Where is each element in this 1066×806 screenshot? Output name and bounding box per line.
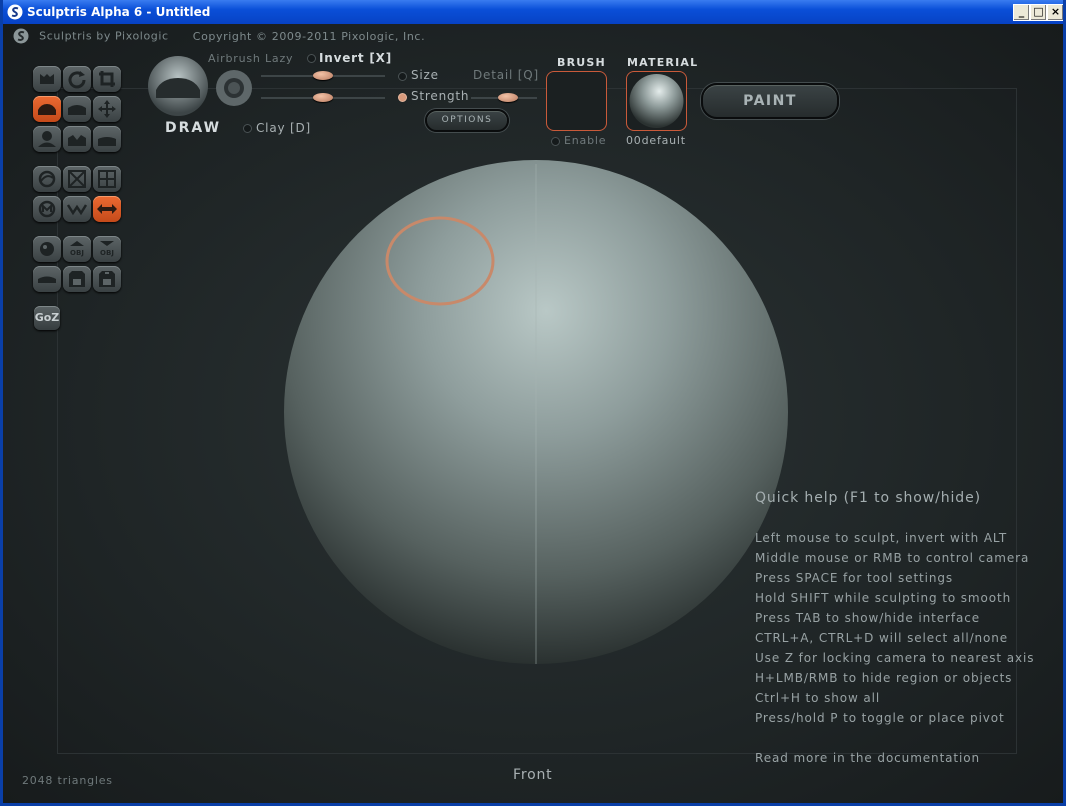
quick-help-line: Press/hold P to toggle or place pivot — [755, 711, 1005, 725]
strength-slider-handle[interactable] — [313, 93, 333, 102]
mask-tool-button[interactable] — [33, 196, 61, 222]
reduce-icon — [66, 204, 88, 216]
draw-tool-button[interactable] — [33, 96, 61, 122]
reduce-tool-button[interactable] — [63, 196, 91, 222]
invert-label: Invert [X] — [319, 51, 393, 65]
size-indicator — [398, 72, 407, 81]
symmetry-icon — [38, 170, 56, 188]
new-sphere-button[interactable] — [33, 236, 61, 262]
save-icon — [69, 271, 85, 287]
sphere-icon — [40, 242, 54, 256]
quick-help-line: Press SPACE for tool settings — [755, 571, 954, 585]
invert-checkbox[interactable] — [307, 54, 316, 63]
options-button[interactable]: OPTIONS — [425, 109, 509, 132]
rotate-tool-button[interactable] — [63, 66, 91, 92]
obj-import-icon: OBJ — [70, 241, 84, 257]
save-button[interactable] — [63, 266, 91, 292]
crease-tool-button[interactable] — [33, 66, 61, 92]
symmetry-toggle-button[interactable] — [33, 166, 61, 192]
quick-help-line: Left mouse to sculpt, invert with ALT — [755, 531, 1008, 545]
svg-text:OBJ: OBJ — [70, 249, 84, 257]
strength-indicator — [398, 93, 407, 102]
flatten-icon — [68, 105, 86, 115]
smooth-tool-button[interactable] — [93, 126, 121, 152]
app-window: Sculptris Alpha 6 - Untitled _ □ × Sculp… — [0, 0, 1066, 806]
crop-icon — [99, 71, 115, 87]
detail-label: Detail [Q] — [473, 68, 539, 82]
window-title: Sculptris Alpha 6 - Untitled — [27, 5, 211, 19]
quick-help-panel: Quick help (F1 to show/hide) Left mouse … — [755, 490, 1034, 768]
airbrush-label: Airbrush — [208, 52, 261, 65]
clay-label: Clay [D] — [256, 121, 311, 135]
move-tool-button[interactable] — [93, 96, 121, 122]
save-as-button[interactable] — [93, 266, 121, 292]
minimize-button[interactable]: _ — [1013, 4, 1030, 21]
svg-text:OBJ: OBJ — [100, 249, 114, 257]
title-bar: Sculptris Alpha 6 - Untitled _ □ × — [3, 0, 1063, 24]
quick-help-title: Quick help (F1 to show/hide) — [755, 490, 981, 506]
size-label: Size — [411, 68, 439, 82]
inflate-tool-button[interactable] — [33, 126, 61, 152]
clay-checkbox[interactable] — [243, 124, 252, 133]
crease-icon — [40, 74, 54, 84]
draw-icon — [38, 104, 56, 115]
grid-icon — [98, 170, 116, 188]
mask-icon — [38, 200, 56, 218]
symmetry-axis-icon — [97, 204, 117, 214]
quick-help-line: Ctrl+H to show all — [755, 691, 881, 705]
crop-tool-button[interactable] — [93, 66, 121, 92]
inflate-icon — [38, 131, 56, 147]
pinch-icon — [68, 135, 86, 146]
smooth-icon — [98, 137, 116, 146]
detail-slider-handle[interactable] — [498, 93, 518, 102]
quick-help-line: Hold SHIFT while sculpting to smooth — [755, 591, 1012, 605]
material-slot[interactable] — [626, 71, 687, 131]
size-slider-handle[interactable] — [313, 71, 333, 80]
flatten-tool-button[interactable] — [63, 96, 91, 122]
airbrush-toggle[interactable] — [214, 68, 254, 108]
save-as-icon — [99, 271, 115, 287]
triangle-count: 2048 triangles — [22, 774, 113, 787]
material-name: 00default — [626, 134, 686, 147]
brush-preview-icon[interactable] — [146, 54, 210, 118]
wireframe-icon — [68, 170, 86, 188]
quick-help-line: Middle mouse or RMB to control camera — [755, 551, 1030, 565]
view-name: Front — [513, 767, 553, 783]
brush-title: BRUSH — [557, 56, 606, 69]
sculpt-viewport[interactable]: Sculptris by Pixologic Copyright © 2009-… — [3, 24, 1063, 803]
plane-icon — [38, 276, 56, 283]
rotate-icon — [68, 71, 86, 89]
new-plane-button[interactable] — [33, 266, 61, 292]
maximize-button[interactable]: □ — [1030, 4, 1047, 21]
strength-label: Strength — [411, 89, 470, 103]
grid-toggle-button[interactable] — [93, 166, 121, 192]
material-preview-sphere — [629, 74, 684, 128]
paint-button[interactable]: PAINT — [701, 83, 839, 119]
tool-name: DRAW — [165, 120, 222, 136]
quick-help-line: Use Z for locking camera to nearest axis — [755, 651, 1035, 665]
brush-enable-label: Enable — [564, 134, 607, 147]
sculptris-logo-icon — [7, 4, 23, 20]
close-button[interactable]: × — [1047, 4, 1063, 21]
obj-export-icon: OBJ — [100, 241, 114, 257]
quick-help-line: Press TAB to show/hide interface — [755, 611, 981, 625]
symmetry-axis-button[interactable] — [93, 196, 121, 222]
goz-button[interactable]: GoZ — [34, 306, 60, 330]
export-obj-button[interactable]: OBJ — [93, 236, 121, 262]
brush-enable-checkbox[interactable] — [551, 137, 560, 146]
move-icon — [98, 100, 116, 118]
lazy-label: Lazy — [265, 52, 294, 65]
brush-texture-slot[interactable] — [546, 71, 607, 131]
quick-help-line: CTRL+A, CTRL+D will select all/none — [755, 631, 1009, 645]
wireframe-toggle-button[interactable] — [63, 166, 91, 192]
material-title: MATERIAL — [627, 56, 699, 69]
import-obj-button[interactable]: OBJ — [63, 236, 91, 262]
quick-help-line: H+LMB/RMB to hide region or objects — [755, 671, 1013, 685]
documentation-link[interactable]: Read more in the documentation — [755, 748, 1034, 768]
pinch-tool-button[interactable] — [63, 126, 91, 152]
